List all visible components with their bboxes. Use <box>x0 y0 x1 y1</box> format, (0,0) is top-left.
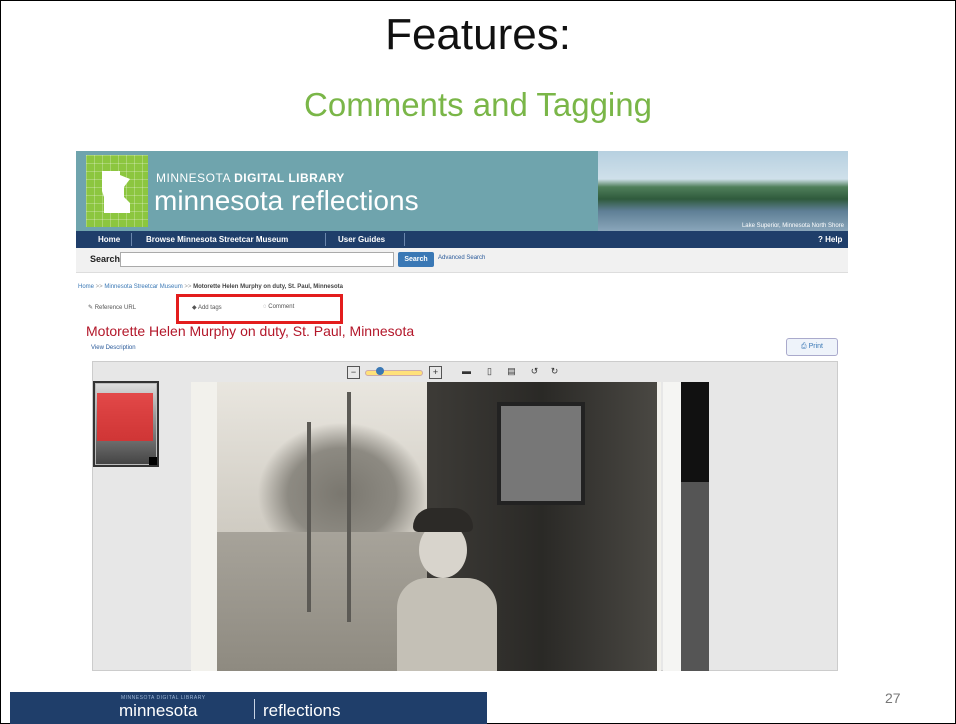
resize-handle-icon[interactable] <box>149 457 157 465</box>
photo-subject <box>397 502 507 671</box>
rotate-right-icon[interactable]: ↻ <box>549 366 560 377</box>
footer-minnesota: minnesota <box>119 701 198 720</box>
nav-divider <box>404 233 405 246</box>
zoom-in-icon[interactable]: + <box>429 366 442 379</box>
breadcrumb-home[interactable]: Home <box>78 284 94 290</box>
comments-tags-highlight <box>176 294 343 324</box>
pencil-icon: ✎ <box>88 305 94 311</box>
zoom-slider-handle[interactable] <box>376 367 384 375</box>
minnesota-logo <box>86 155 148 227</box>
site-banner: MINNESOTA DIGITAL LIBRARY minnesota refl… <box>76 151 848 231</box>
search-label: Search <box>90 254 121 264</box>
main-nav: Home Browse Minnesota Streetcar Museum U… <box>76 231 848 248</box>
rotate-left-icon[interactable]: ↺ <box>529 366 540 377</box>
breadcrumb: Home >> Minnesota Streetcar Museum >> Mo… <box>78 284 343 290</box>
nav-divider <box>131 233 132 246</box>
nav-help[interactable]: ? Help <box>818 231 842 248</box>
slide-subtitle: Comments and Tagging <box>304 86 652 123</box>
embedded-screenshot: MINNESOTA DIGITAL LIBRARY minnesota refl… <box>76 151 848 671</box>
advanced-search-link[interactable]: Advanced Search <box>438 255 485 261</box>
viewer-toolbar: − + ▬ ▯ ▤ ↺ ↻ <box>339 364 579 380</box>
view-description-link[interactable]: View Description <box>91 345 136 351</box>
printer-icon: ⎙ <box>801 343 807 350</box>
nav-home[interactable]: Home <box>98 231 120 248</box>
nav-user-guides[interactable]: User Guides <box>338 231 385 248</box>
search-button[interactable]: Search <box>398 252 434 267</box>
zoom-slider[interactable] <box>365 370 423 376</box>
brand-small: MINNESOTA DIGITAL LIBRARY <box>156 171 345 185</box>
viewer-thumbnail[interactable] <box>93 381 159 467</box>
photo-frame <box>191 382 661 671</box>
print-button[interactable]: ⎙ Print <box>786 338 838 356</box>
banner-caption: Lake Superior, Minnesota North Shore <box>741 223 844 229</box>
banner-photo: Lake Superior, Minnesota North Shore <box>598 151 848 231</box>
fit-width-icon[interactable]: ▬ <box>461 366 472 377</box>
minnesota-map-icon <box>102 171 130 213</box>
nav-browse-collection[interactable]: Browse Minnesota Streetcar Museum <box>146 231 288 248</box>
search-input[interactable] <box>120 252 394 267</box>
search-bar: Search Search Advanced Search <box>76 248 848 273</box>
breadcrumb-collection[interactable]: Minnesota Streetcar Museum <box>104 284 182 290</box>
page-number: 27 <box>885 690 901 706</box>
thumbnail-viewport[interactable] <box>97 393 153 441</box>
slide-title: Features: <box>385 10 571 59</box>
item-title: Motorette Helen Murphy on duty, St. Paul… <box>86 323 415 339</box>
reference-url-link[interactable]: ✎ Reference URL <box>88 304 136 311</box>
nav-divider <box>325 233 326 246</box>
page-icon[interactable]: ▤ <box>506 366 517 377</box>
archival-photo[interactable] <box>217 382 657 671</box>
breadcrumb-current: Motorette Helen Murphy on duty, St. Paul… <box>193 284 343 290</box>
fit-page-icon[interactable]: ▯ <box>484 366 495 377</box>
zoom-out-icon[interactable]: − <box>347 366 360 379</box>
footer-logo: MINNESOTA DIGITAL LIBRARY minnesota refl… <box>10 692 487 724</box>
brand-name: minnesota reflections <box>154 185 419 216</box>
footer-reflections: reflections <box>263 701 341 720</box>
image-viewer: − + ▬ ▯ ▤ ↺ ↻ <box>92 361 838 671</box>
